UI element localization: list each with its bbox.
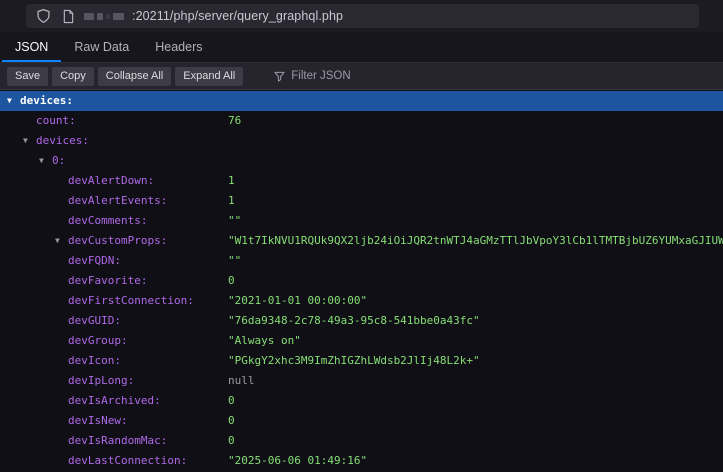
expand-all-button[interactable]: Expand All: [175, 67, 243, 86]
json-key: devFirstConnection:: [68, 294, 194, 307]
save-button[interactable]: Save: [7, 67, 48, 86]
json-key: count:: [36, 114, 76, 127]
redacted-host: [84, 13, 124, 20]
json-value: "76da9348-2c78-49a3-95c8-541bbe0a43fc": [228, 311, 480, 331]
json-value: 0: [228, 271, 235, 291]
json-row-devGUID[interactable]: devGUID: "76da9348-2c78-49a3-95c8-541bbe0…: [0, 311, 723, 331]
json-row-devIsNew[interactable]: devIsNew: 0: [0, 411, 723, 431]
redacted-block: [113, 13, 124, 20]
json-key: devFQDN:: [68, 254, 121, 267]
json-value: "2025-06-06 01:49:16": [228, 451, 367, 471]
json-value: "PGkgY2xhc3M9ImZhIGZhLWdsb2JlIj48L2k+": [228, 351, 480, 371]
tab-json[interactable]: JSON: [2, 32, 61, 62]
expand-collapse-arrow-icon[interactable]: ▼: [55, 231, 68, 251]
json-row-devFavorite[interactable]: devFavorite: 0: [0, 271, 723, 291]
json-key: devices:: [20, 94, 73, 107]
json-row-0[interactable]: ▼0:: [0, 151, 723, 171]
json-value: 0: [228, 431, 235, 451]
json-key: devFavorite:: [68, 274, 147, 287]
json-row-devLastConnection[interactable]: devLastConnection: "2025-06-06 01:49:16": [0, 451, 723, 471]
json-value: null: [228, 371, 255, 391]
tab-headers[interactable]: Headers: [142, 32, 215, 62]
tab-raw-data[interactable]: Raw Data: [61, 32, 142, 62]
filter-funnel-icon: [273, 70, 285, 82]
toolbar-buttons: SaveCopyCollapse AllExpand All: [7, 67, 243, 86]
browser-address-bar: :20211/php/server/query_graphql.php: [0, 0, 723, 32]
json-value: 76: [228, 111, 241, 131]
json-row-devFQDN[interactable]: devFQDN: "": [0, 251, 723, 271]
json-row-devIsArchived[interactable]: devIsArchived: 0: [0, 391, 723, 411]
json-key: 0:: [52, 154, 65, 167]
json-key: devLastConnection:: [68, 454, 187, 467]
json-key: devIsRandomMac:: [68, 434, 167, 447]
filter-json-placeholder: Filter JSON: [291, 70, 350, 82]
json-key: devComments:: [68, 214, 147, 227]
copy-button[interactable]: Copy: [52, 67, 94, 86]
json-value: "2021-01-01 00:00:00": [228, 291, 367, 311]
url-text: :20211/php/server/query_graphql.php: [132, 9, 343, 23]
viewer-tabbar: JSONRaw DataHeaders: [0, 32, 723, 63]
json-key: devGUID:: [68, 314, 121, 327]
json-key: devices:: [36, 134, 89, 147]
json-key: devAlertDown:: [68, 174, 154, 187]
json-row-devIcon[interactable]: devIcon: "PGkgY2xhc3M9ImZhIGZhLWdsb2JlIj4…: [0, 351, 723, 371]
json-key: devIcon:: [68, 354, 121, 367]
json-key: devIsArchived:: [68, 394, 161, 407]
redacted-block: [84, 13, 94, 20]
json-key: devIsNew:: [68, 414, 128, 427]
json-row-devComments[interactable]: devComments: "": [0, 211, 723, 231]
json-value: 1: [228, 191, 235, 211]
json-key: devCustomProps:: [68, 234, 167, 247]
redacted-block: [106, 14, 110, 19]
json-tree: ▼devices:count:76▼devices:▼0:devAlertDow…: [0, 90, 723, 472]
page-identity-icon[interactable]: [59, 7, 77, 25]
redacted-block: [97, 13, 103, 20]
json-row-devices[interactable]: ▼devices:: [0, 91, 723, 111]
json-value: "": [228, 251, 241, 271]
collapse-all-button[interactable]: Collapse All: [98, 67, 171, 86]
json-value: "": [228, 211, 241, 231]
json-value: 0: [228, 391, 235, 411]
json-key: devAlertEvents:: [68, 194, 167, 207]
json-viewer-toolbar: SaveCopyCollapse AllExpand All Filter JS…: [0, 63, 723, 90]
json-row-devGroup[interactable]: devGroup: "Always on": [0, 331, 723, 351]
url-bar[interactable]: :20211/php/server/query_graphql.php: [26, 4, 699, 28]
json-key: devIpLong:: [68, 374, 134, 387]
json-value: 0: [228, 411, 235, 431]
filter-json-box[interactable]: Filter JSON: [273, 70, 350, 82]
json-row-devAlertDown[interactable]: devAlertDown: 1: [0, 171, 723, 191]
json-row-devFirstConnection[interactable]: devFirstConnection: "2021-01-01 00:00:00": [0, 291, 723, 311]
json-value: 1: [228, 171, 235, 191]
json-value: "W1t7IkNVU1RQUk9QX2ljb24iOiJQR2tnWTJ4aGM…: [228, 231, 723, 251]
json-row-devices[interactable]: ▼devices:: [0, 131, 723, 151]
json-value: "Always on": [228, 331, 301, 351]
json-row-count[interactable]: count: 76: [0, 111, 723, 131]
json-row-devIsRandomMac[interactable]: devIsRandomMac: 0: [0, 431, 723, 451]
json-row-devCustomProps[interactable]: ▼devCustomProps: "W1t7IkNVU1RQUk9QX2ljb24…: [0, 231, 723, 251]
expand-collapse-arrow-icon[interactable]: ▼: [7, 91, 20, 111]
expand-collapse-arrow-icon[interactable]: ▼: [23, 131, 36, 151]
json-row-devIpLong[interactable]: devIpLong: null: [0, 371, 723, 391]
json-row-devAlertEvents[interactable]: devAlertEvents: 1: [0, 191, 723, 211]
json-key: devGroup:: [68, 334, 128, 347]
tracking-protection-shield-icon[interactable]: [34, 7, 52, 25]
expand-collapse-arrow-icon[interactable]: ▼: [39, 151, 52, 171]
